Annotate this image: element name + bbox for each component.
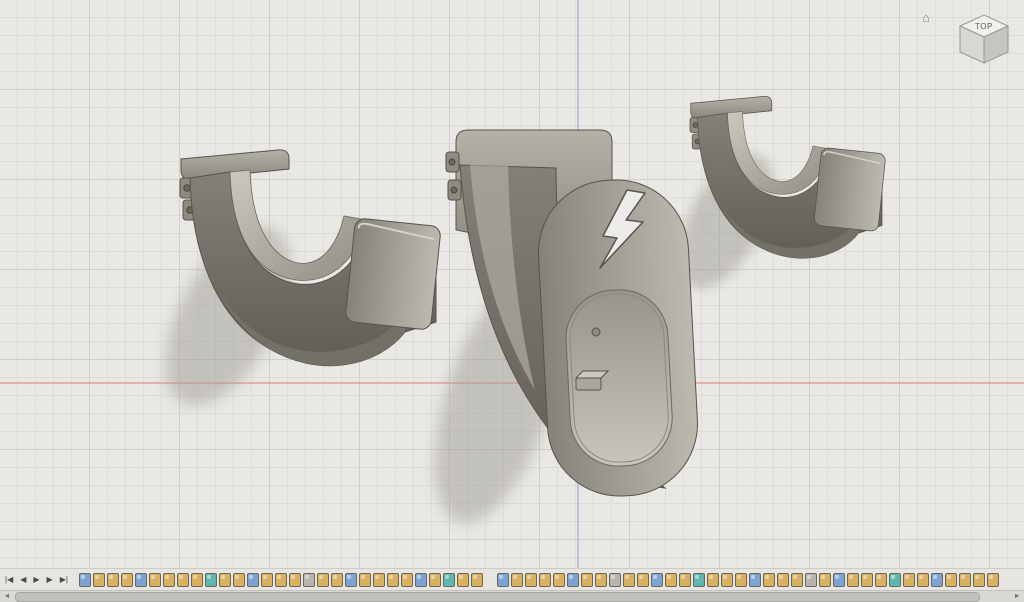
timeline-feature-icon-gold[interactable] [107, 573, 119, 587]
timeline-go-to-end-button[interactable]: ▶| [57, 573, 71, 587]
timeline-feature-icon-blue[interactable] [833, 573, 845, 587]
timeline-feature-icon-gold[interactable] [525, 573, 537, 587]
timeline-feature-icon-gold[interactable] [819, 573, 831, 587]
timeline-feature-icon-gold[interactable] [679, 573, 691, 587]
timeline-feature-icon-blue[interactable] [749, 573, 761, 587]
timeline-feature-icon-blue[interactable] [497, 573, 509, 587]
timeline-feature-icon-gold[interactable] [275, 573, 287, 587]
timeline-feature-icon-gold[interactable] [233, 573, 245, 587]
timeline-scrollbar[interactable]: ◂ ▸ [0, 590, 1024, 602]
timeline-feature-icon-gold[interactable] [791, 573, 803, 587]
timeline-feature-icon-gray[interactable] [609, 573, 621, 587]
timeline-feature-icon-gold[interactable] [219, 573, 231, 587]
timeline-feature-icon-teal[interactable] [693, 573, 705, 587]
timeline-feature-icon-gold[interactable] [511, 573, 523, 587]
timeline-feature-icon-gold[interactable] [149, 573, 161, 587]
timeline-feature-icon-blue[interactable] [247, 573, 259, 587]
timeline-controls: |◀◀▶▶▶| [2, 573, 71, 587]
timeline-feature-icon-gold[interactable] [457, 573, 469, 587]
timeline-feature-icon-gold[interactable] [581, 573, 593, 587]
timeline-feature-icon-gold[interactable] [177, 573, 189, 587]
timeline-feature-icon-gray[interactable] [805, 573, 817, 587]
timeline-feature-icon-gold[interactable] [973, 573, 985, 587]
timeline-feature-icon-blue[interactable] [651, 573, 663, 587]
timeline-feature-icon-gold[interactable] [429, 573, 441, 587]
timeline-feature-icon-gold[interactable] [539, 573, 551, 587]
timeline-feature-icon-blue[interactable] [135, 573, 147, 587]
timeline-feature-icon-gold[interactable] [289, 573, 301, 587]
timeline-feature-icon-gold[interactable] [665, 573, 677, 587]
scrollbar-thumb[interactable] [15, 592, 980, 602]
timeline-feature-icon-gold[interactable] [987, 573, 999, 587]
timeline-feature-icon-gold[interactable] [331, 573, 343, 587]
timeline-feature-icon-gold[interactable] [623, 573, 635, 587]
timeline-feature-icon-gold[interactable] [959, 573, 971, 587]
scene-layer [0, 0, 1024, 602]
timeline-gap [485, 573, 495, 587]
timeline-step-forward-button[interactable]: ▶ [44, 573, 56, 587]
viewcube-top-face-label[interactable]: TOP [975, 22, 993, 31]
timeline-feature-icon-gold[interactable] [121, 573, 133, 587]
timeline-feature-icon-gold[interactable] [847, 573, 859, 587]
mount-hole [592, 328, 600, 336]
timeline-feature-icon-gold[interactable] [875, 573, 887, 587]
timeline-feature-icon-teal[interactable] [443, 573, 455, 587]
timeline-feature-icon-gold[interactable] [595, 573, 607, 587]
timeline-feature-icon-gold[interactable] [721, 573, 733, 587]
timeline-feature-icon-blue[interactable] [931, 573, 943, 587]
timeline-feature-icon-gold[interactable] [861, 573, 873, 587]
timeline-feature-icon-blue[interactable] [415, 573, 427, 587]
timeline-feature-icon-blue[interactable] [79, 573, 91, 587]
timeline-feature-icon-gold[interactable] [317, 573, 329, 587]
timeline-feature-icon-gold[interactable] [903, 573, 915, 587]
timeline-feature-icon-gold[interactable] [387, 573, 399, 587]
timeline-feature-icon-gray[interactable] [303, 573, 315, 587]
timeline-feature-icon-gold[interactable] [93, 573, 105, 587]
viewcube[interactable]: TOP [944, 4, 1018, 74]
timeline-feature-icon-gold[interactable] [945, 573, 957, 587]
timeline-feature-icon-teal[interactable] [889, 573, 901, 587]
timeline-feature-icon-gold[interactable] [163, 573, 175, 587]
timeline-feature-icon-gold[interactable] [373, 573, 385, 587]
timeline-feature-icon-gold[interactable] [359, 573, 371, 587]
model-hook-bracket-left[interactable] [140, 150, 442, 425]
timeline-feature-icon-gold[interactable] [637, 573, 649, 587]
timeline-feature-icon-gold[interactable] [777, 573, 789, 587]
timeline-feature-icon-gold[interactable] [191, 573, 203, 587]
timeline-feature-icon-gold[interactable] [707, 573, 719, 587]
timeline-feature-icon-blue[interactable] [345, 573, 357, 587]
timeline-feature-icon-gold[interactable] [471, 573, 483, 587]
timeline-feature-icon-gold[interactable] [735, 573, 747, 587]
timeline-feature-icon-blue[interactable] [567, 573, 579, 587]
timeline-feature-icon-gold[interactable] [401, 573, 413, 587]
model-hook-bracket-right[interactable] [660, 96, 886, 302]
timeline-features [79, 573, 1022, 587]
scrollbar-left-arrow[interactable]: ◂ [0, 591, 14, 601]
timeline-bar: |◀◀▶▶▶| [0, 568, 1024, 591]
timeline-feature-icon-teal[interactable] [205, 573, 217, 587]
timeline-step-back-button[interactable]: ◀ [17, 573, 29, 587]
timeline-play-button[interactable]: ▶ [30, 573, 42, 587]
timeline-feature-icon-gold[interactable] [553, 573, 565, 587]
model-charger-holder-center[interactable] [409, 130, 701, 538]
viewcube-area: ⌂ TOP [922, 4, 1018, 76]
scrollbar-right-arrow[interactable]: ▸ [1010, 591, 1024, 601]
timeline-feature-icon-gold[interactable] [261, 573, 273, 587]
timeline-feature-icon-gold[interactable] [763, 573, 775, 587]
cad-application-window: ⌂ TOP |◀◀▶▶▶| ◂ ▸ [0, 0, 1024, 602]
viewcube-home-icon[interactable]: ⌂ [922, 10, 930, 25]
timeline-go-to-start-button[interactable]: |◀ [2, 573, 16, 587]
timeline-feature-icon-gold[interactable] [917, 573, 929, 587]
